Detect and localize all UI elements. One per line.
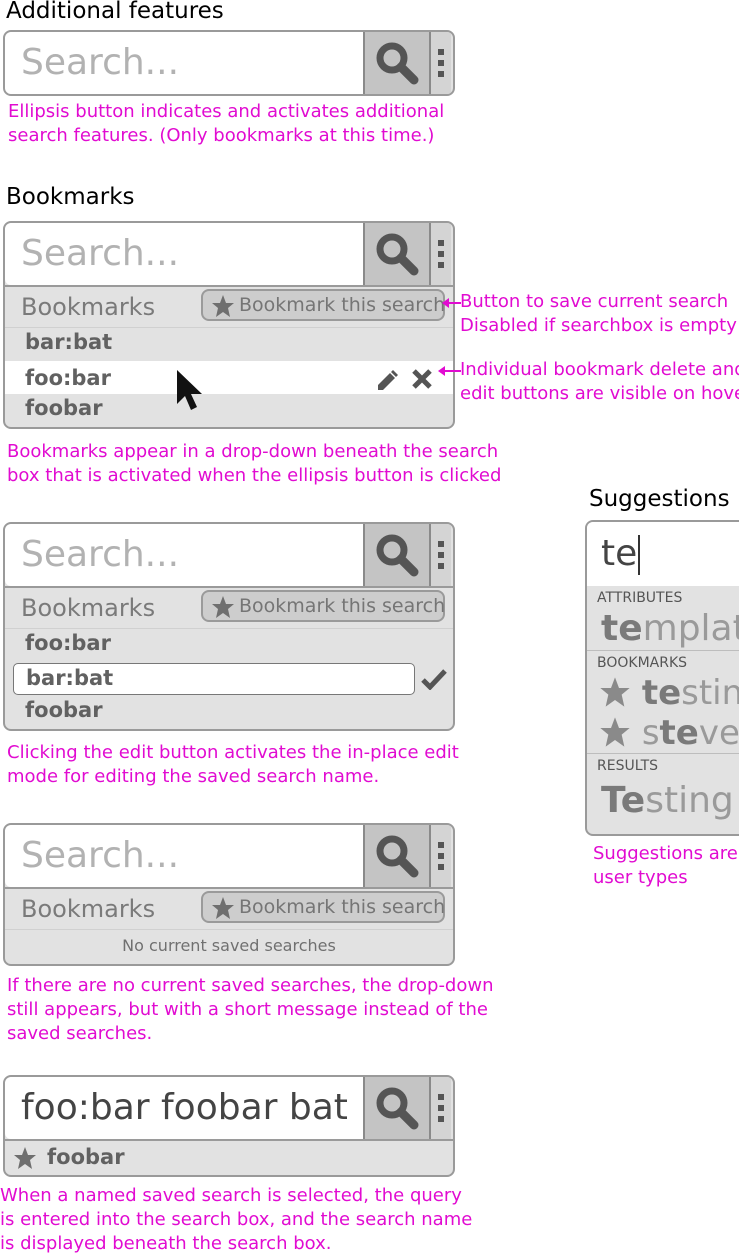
saved-search-name: foobar [47, 1145, 125, 1169]
search-button[interactable] [365, 524, 431, 586]
search-widget-bookmarks: Search... Bookmarks Bookmark this search… [3, 221, 455, 429]
suggestion-attribute[interactable]: template [587, 608, 739, 650]
heading-additional-features: Additional features [6, 0, 224, 24]
bookmark-this-search-button[interactable]: Bookmark this search [201, 289, 445, 321]
bookmark-name-edit-input[interactable]: bar:bat [13, 663, 415, 695]
category-bookmarks: BOOKMARKS [597, 655, 688, 671]
search-input[interactable]: Search... [5, 223, 365, 285]
annotation-selected: When a named saved search is selected, t… [0, 1185, 473, 1254]
star-icon [14, 1147, 36, 1169]
bookmark-item[interactable]: foo:bar [5, 628, 453, 662]
annotation-bookmark-button: Button to save current search Disabled i… [460, 291, 737, 336]
suggestions-panel: te ATTRIBUTES template BOOKMARKS testin … [585, 520, 739, 836]
delete-x-icon[interactable] [410, 367, 434, 391]
ellipsis-button[interactable] [431, 223, 451, 285]
dropdown-title: Bookmarks [21, 293, 156, 321]
dropdown-title: Bookmarks [21, 594, 156, 622]
annotation-arrow [438, 366, 461, 376]
star-icon [212, 596, 234, 618]
search-widget-empty: Search... Bookmarks Bookmark this search… [3, 823, 455, 966]
search-input[interactable]: foo:bar foobar bat [5, 1077, 365, 1139]
ellipsis-vertical-icon [438, 1094, 444, 1122]
search-icon [376, 233, 419, 276]
star-icon [600, 677, 630, 707]
ellipsis-vertical-icon [438, 49, 444, 77]
heading-suggestions: Suggestions [589, 486, 730, 512]
annotation-suggestions: Suggestions are s user types [593, 843, 739, 888]
bookmark-item-editing: bar:bat [5, 662, 453, 696]
ellipsis-button[interactable] [431, 825, 451, 887]
saved-search-name-bar: foobar [5, 1139, 453, 1175]
search-widget-selected: foo:bar foobar bat foobar [3, 1075, 455, 1177]
bookmark-this-search-button[interactable]: Bookmark this search [201, 891, 445, 923]
annotation-empty: If there are no current saved searches, … [7, 975, 494, 1044]
star-icon [212, 295, 234, 317]
suggestion-bookmark[interactable]: steve [587, 713, 739, 753]
search-widget-default: Search... [3, 30, 455, 96]
search-icon [376, 1087, 419, 1130]
search-input[interactable]: Search... [5, 32, 365, 94]
search-button[interactable] [365, 1077, 431, 1139]
empty-bookmarks-message: No current saved searches [5, 929, 453, 964]
ellipsis-button[interactable] [431, 1077, 451, 1139]
heading-bookmarks: Bookmarks [6, 184, 135, 210]
suggestion-search-input[interactable]: te [587, 522, 739, 586]
star-icon [600, 717, 630, 747]
ellipsis-button[interactable] [431, 32, 451, 94]
category-attributes: ATTRIBUTES [597, 590, 683, 606]
search-icon [376, 835, 419, 878]
bookmark-this-search-button[interactable]: Bookmark this search [201, 590, 445, 622]
bookmark-item-hovered[interactable]: foo:bar [5, 361, 453, 410]
search-widget-edit: Search... Bookmarks Bookmark this search… [3, 522, 455, 731]
annotation-ellipsis: Ellipsis button indicates and activates … [8, 101, 445, 146]
annotation-arrow [442, 298, 461, 308]
suggestion-result[interactable]: Testing 1 [587, 780, 739, 822]
search-input[interactable]: Search... [5, 825, 365, 887]
ellipsis-button[interactable] [431, 524, 451, 586]
search-icon [376, 534, 419, 577]
checkmark-confirm-icon[interactable] [421, 668, 447, 690]
search-button[interactable] [365, 825, 431, 887]
category-results: RESULTS [597, 758, 659, 774]
star-icon [212, 897, 234, 919]
text-caret [638, 535, 641, 575]
search-icon [376, 42, 419, 85]
bookmark-item[interactable]: foobar [5, 696, 453, 729]
ellipsis-vertical-icon [438, 541, 444, 569]
annotation-edit-mode: Clicking the edit button activates the i… [7, 742, 459, 787]
search-input[interactable]: Search... [5, 524, 365, 586]
search-button[interactable] [365, 223, 431, 285]
bookmark-item[interactable]: foobar [5, 394, 453, 427]
annotation-hover-buttons: Individual bookmark delete and edit butt… [460, 359, 739, 404]
ellipsis-vertical-icon [438, 842, 444, 870]
pencil-edit-icon[interactable] [375, 368, 399, 392]
bookmark-item[interactable]: bar:bat [5, 327, 453, 361]
ellipsis-vertical-icon [438, 240, 444, 268]
search-button[interactable] [365, 32, 431, 94]
suggestion-bookmark[interactable]: testin [587, 673, 739, 713]
dropdown-title: Bookmarks [21, 895, 156, 923]
annotation-bookmarks-dropdown: Bookmarks appear in a drop-down beneath … [7, 441, 502, 486]
